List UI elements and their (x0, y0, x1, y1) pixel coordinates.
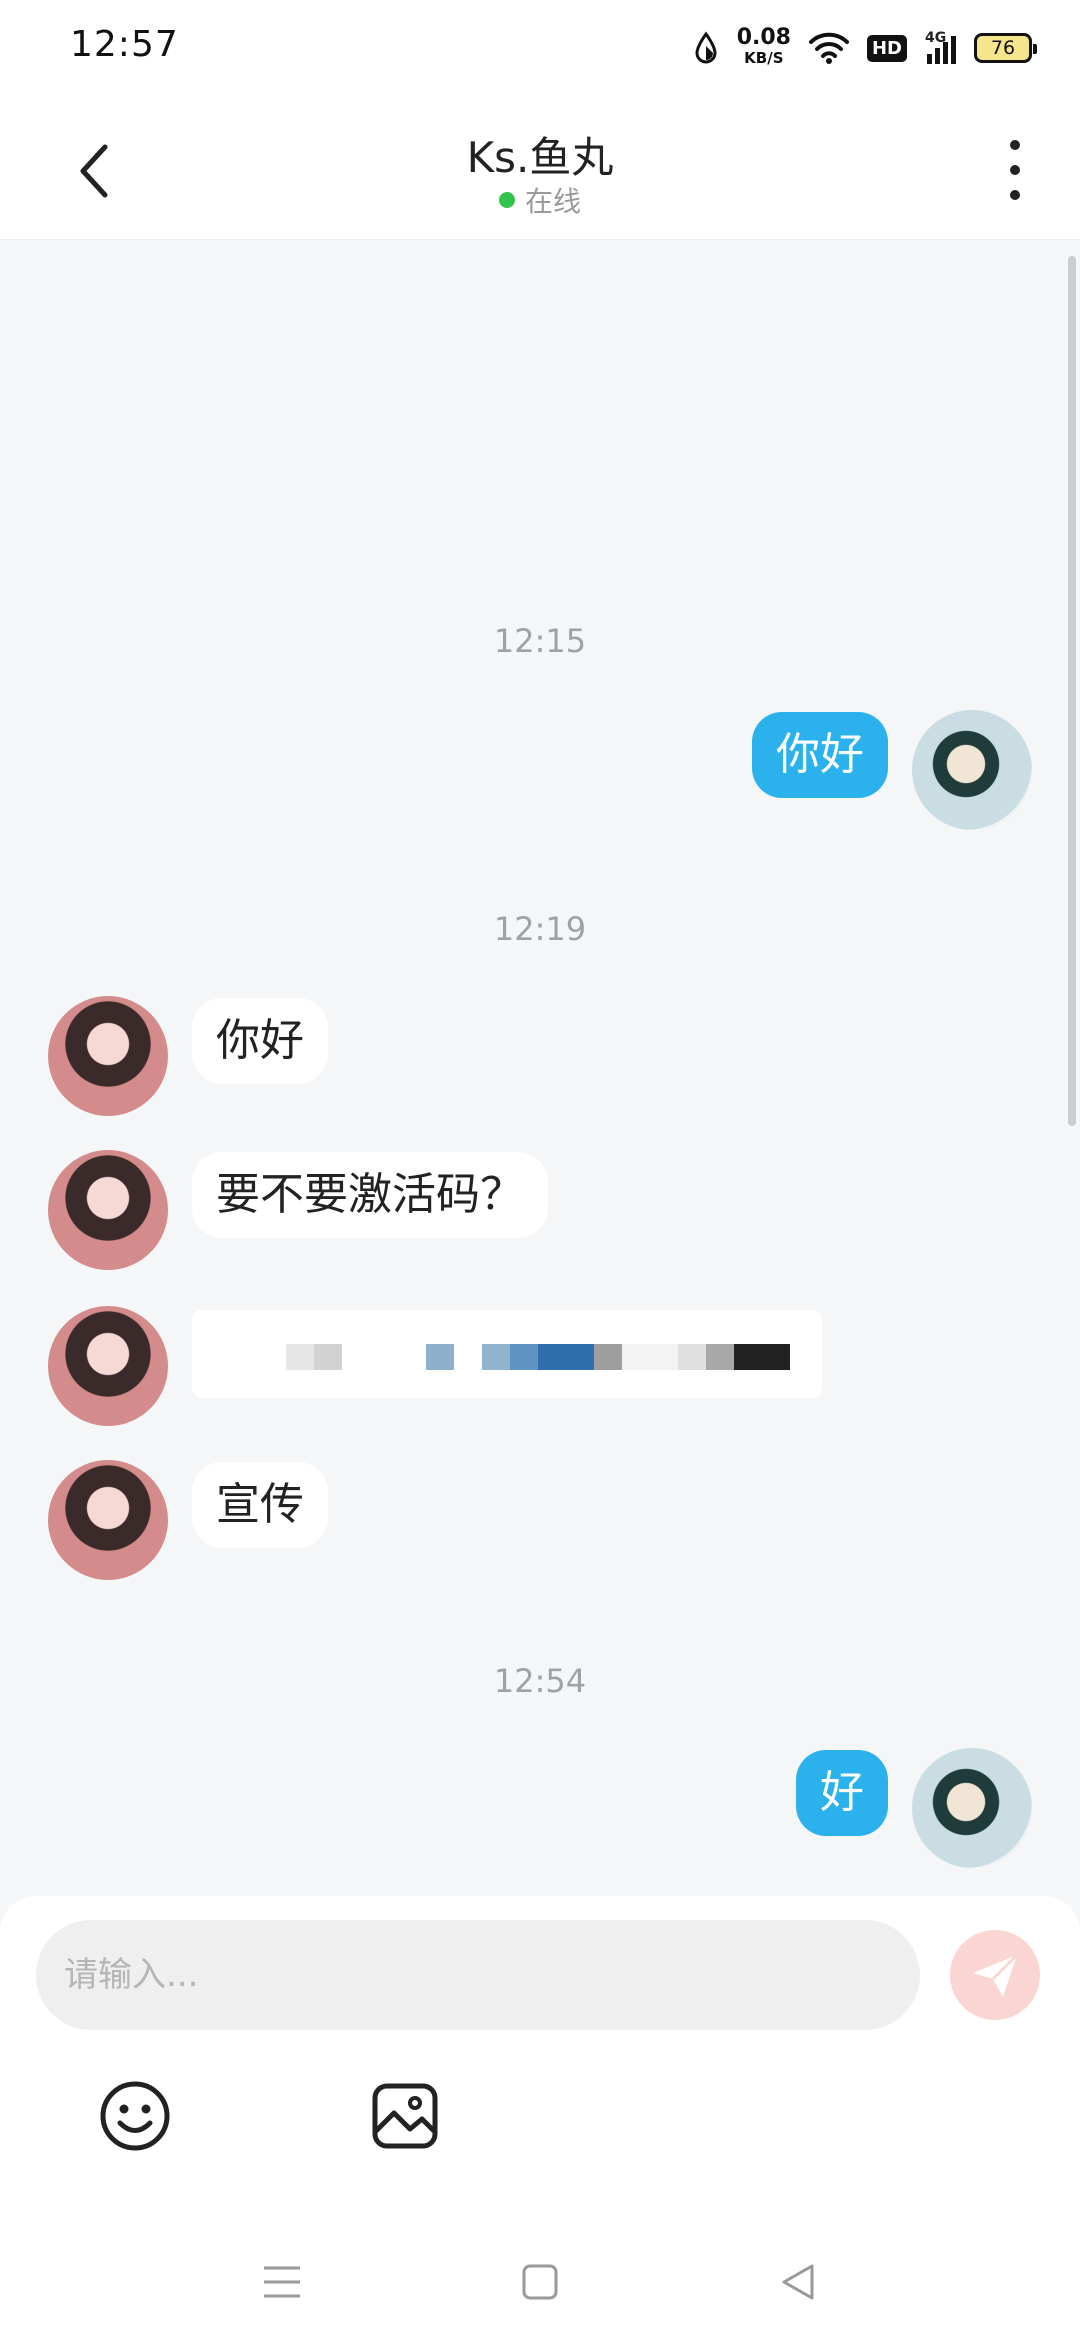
status-icons: 0.08 KB/S HD 4G 76 (693, 22, 1037, 74)
pixelation-block (734, 1344, 790, 1370)
nav-back-button[interactable] (768, 2252, 828, 2312)
message-bubble-incoming[interactable]: 你好 (192, 998, 328, 1084)
battery-icon: 76 (974, 33, 1037, 63)
image-button[interactable] (365, 2076, 445, 2156)
message-row-incoming: 宣传 (0, 1460, 1080, 1584)
emoji-button[interactable] (95, 2076, 175, 2156)
message-row-incoming (0, 1306, 1080, 1430)
more-options-button[interactable] (990, 134, 1040, 206)
message-timestamp: 12:54 (493, 1662, 587, 1700)
nav-menu-button[interactable] (252, 2252, 312, 2312)
message-row-outgoing: 好 (0, 1746, 1080, 1870)
system-nav-bar (0, 2232, 1080, 2332)
message-row-incoming: 要不要激活码？ (0, 1150, 1080, 1274)
cellular-signal: 4G (925, 30, 956, 64)
triangle-back-icon (782, 2264, 814, 2300)
send-button[interactable] (950, 1930, 1040, 2020)
message-bubble-outgoing[interactable]: 你好 (752, 712, 888, 798)
status-bar: 12:57 0.08 KB/S HD 4G 76 (0, 0, 1080, 96)
pixelation-block (622, 1344, 678, 1370)
online-status: 在线 (0, 180, 1080, 220)
hd-voice-badge: HD (866, 34, 907, 62)
pixelated-message-bubble[interactable] (192, 1310, 822, 1398)
pixelation-block (286, 1344, 314, 1370)
message-bubble-incoming[interactable]: 宣传 (192, 1462, 328, 1548)
online-dot (498, 192, 515, 208)
menu-icon (264, 2266, 300, 2298)
message-timestamp: 12:15 (493, 622, 587, 660)
my-avatar[interactable] (912, 710, 1032, 830)
pixelation-block (426, 1344, 454, 1370)
pixelation-block (482, 1344, 510, 1370)
more-dot (1010, 165, 1020, 175)
wifi-icon (808, 32, 849, 64)
message-bubble-incoming[interactable]: 要不要激活码？ (192, 1152, 548, 1238)
pixelation-block (594, 1344, 622, 1370)
message-timestamp: 12:19 (493, 910, 587, 948)
contact-avatar[interactable] (48, 1460, 168, 1580)
net-speed: 0.08 KB/S (736, 25, 791, 68)
image-icon (372, 2083, 438, 2149)
contact-name: Ks.鱼丸 (466, 133, 614, 182)
message-bubble-outgoing[interactable]: 好 (796, 1750, 888, 1836)
pixelation-block (538, 1344, 594, 1370)
battery-level: 76 (990, 37, 1016, 59)
nav-home-button[interactable] (510, 2252, 570, 2312)
data-saver-icon (695, 31, 717, 64)
pixelation-block (314, 1344, 342, 1370)
pixelation-block (510, 1344, 538, 1370)
contact-avatar[interactable] (48, 1306, 168, 1426)
smiley-icon (100, 2081, 170, 2151)
message-row-outgoing: 你好 (0, 708, 1080, 832)
message-input[interactable] (36, 1920, 920, 2030)
more-dot (1010, 190, 1020, 200)
pixelation-block (678, 1344, 706, 1370)
network-type: 4G (925, 30, 947, 46)
more-dot (1010, 140, 1020, 150)
status-time: 12:57 (70, 24, 179, 65)
contact-avatar[interactable] (48, 1150, 168, 1270)
chat-header: Ks.鱼丸 在线 (0, 96, 1080, 240)
square-icon (522, 2264, 558, 2300)
pixelation-block (706, 1344, 734, 1370)
contact-avatar[interactable] (48, 996, 168, 1116)
online-status-label: 在线 (524, 185, 581, 218)
message-row-incoming: 你好 (0, 996, 1080, 1120)
my-avatar[interactable] (912, 1748, 1032, 1868)
send-icon (973, 1953, 1019, 1997)
